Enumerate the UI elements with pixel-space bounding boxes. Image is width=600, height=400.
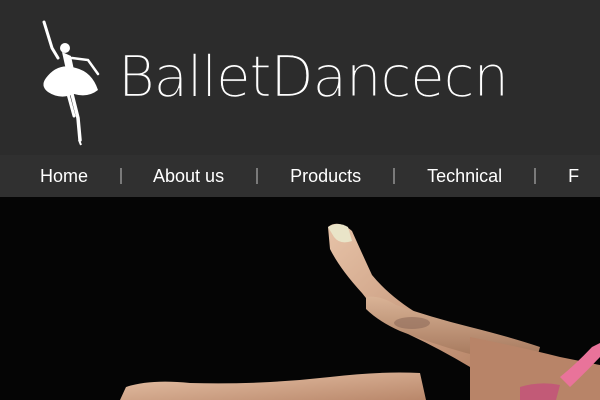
nav-item-about-us[interactable]: About us	[153, 155, 224, 197]
gymnast-legs-photo	[0, 197, 600, 400]
nav-separator	[393, 155, 396, 197]
nav-item-products[interactable]: Products	[290, 155, 361, 197]
site-header: BalletDancecn	[0, 0, 600, 155]
nav-item-label: F	[568, 165, 580, 186]
main-nav: Home About us Products Technical F	[0, 155, 600, 197]
site-logo[interactable]: BalletDancecn	[38, 18, 518, 148]
nav-item-label: Products	[290, 165, 362, 186]
ballerina-silhouette-icon	[42, 20, 100, 146]
nav-item-label: Technical	[427, 165, 503, 186]
brand-name: BalletDancecn	[118, 45, 509, 110]
nav-separator	[256, 155, 259, 197]
nav-item-label: Home	[40, 165, 89, 186]
nav-item-home[interactable]: Home	[40, 155, 88, 197]
nav-item-f[interactable]: F	[568, 155, 579, 197]
nav-item-technical[interactable]: Technical	[427, 155, 502, 197]
hero-banner	[0, 197, 600, 400]
nav-item-label: About us	[153, 165, 225, 186]
nav-separator	[534, 155, 537, 197]
nav-separator	[120, 155, 123, 197]
